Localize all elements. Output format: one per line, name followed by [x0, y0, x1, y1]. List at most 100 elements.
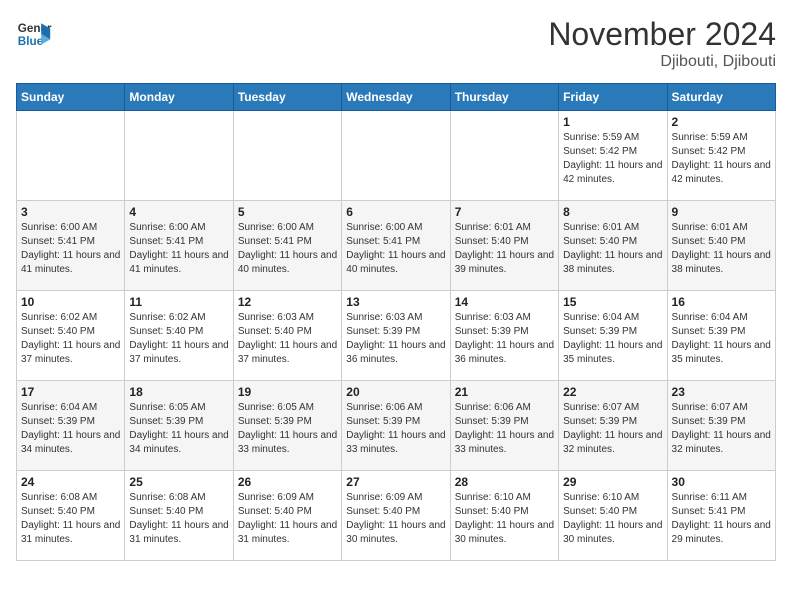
- week-row-1: 1 Sunrise: 5:59 AM Sunset: 5:42 PM Daylig…: [17, 111, 776, 201]
- day-number: 8: [563, 205, 662, 219]
- calendar-cell: 9 Sunrise: 6:01 AM Sunset: 5:40 PM Daylig…: [667, 201, 775, 291]
- week-row-2: 3Sunrise: 6:00 AM Sunset: 5:41 PM Daylig…: [17, 201, 776, 291]
- day-number: 21: [455, 385, 554, 399]
- day-number: 15: [563, 295, 662, 309]
- calendar-cell: 21 Sunrise: 6:06 AM Sunset: 5:39 PM Dayli…: [450, 381, 558, 471]
- calendar-cell: 10Sunrise: 6:02 AM Sunset: 5:40 PM Dayli…: [17, 291, 125, 381]
- title-block: November 2024 Djibouti, Djibouti: [548, 16, 776, 71]
- calendar-cell: 1 Sunrise: 5:59 AM Sunset: 5:42 PM Daylig…: [559, 111, 667, 201]
- calendar-cell: 16Sunrise: 6:04 AM Sunset: 5:39 PM Dayli…: [667, 291, 775, 381]
- day-number: 2: [672, 115, 771, 129]
- day-info: Sunrise: 6:02 AM Sunset: 5:40 PM Dayligh…: [129, 311, 228, 367]
- calendar-cell: 18Sunrise: 6:05 AM Sunset: 5:39 PM Dayli…: [125, 381, 233, 471]
- calendar-cell: [17, 111, 125, 201]
- day-info: Sunrise: 6:03 AM Sunset: 5:39 PM Dayligh…: [346, 311, 445, 367]
- day-number: 12: [238, 295, 337, 309]
- day-info: Sunrise: 6:00 AM Sunset: 5:41 PM Dayligh…: [238, 221, 337, 277]
- calendar-cell: 13 Sunrise: 6:03 AM Sunset: 5:39 PM Dayli…: [342, 291, 450, 381]
- day-info: Sunrise: 6:03 AM Sunset: 5:40 PM Dayligh…: [238, 311, 337, 367]
- day-info: Sunrise: 6:00 AM Sunset: 5:41 PM Dayligh…: [21, 221, 120, 277]
- calendar-cell: 25 Sunrise: 6:08 AM Sunset: 5:40 PM Dayli…: [125, 471, 233, 561]
- calendar-cell: 7Sunrise: 6:01 AM Sunset: 5:40 PM Daylig…: [450, 201, 558, 291]
- calendar-cell: [125, 111, 233, 201]
- logo-icon: General Blue: [16, 16, 52, 52]
- day-info: Sunrise: 6:08 AM Sunset: 5:40 PM Dayligh…: [129, 491, 228, 547]
- day-number: 14: [455, 295, 554, 309]
- day-number: 24: [21, 475, 120, 489]
- day-info: Sunrise: 6:07 AM Sunset: 5:39 PM Dayligh…: [672, 401, 771, 457]
- day-number: 30: [672, 475, 771, 489]
- calendar-cell: 27Sunrise: 6:09 AM Sunset: 5:40 PM Dayli…: [342, 471, 450, 561]
- day-info: Sunrise: 6:09 AM Sunset: 5:40 PM Dayligh…: [346, 491, 445, 547]
- calendar-cell: 23Sunrise: 6:07 AM Sunset: 5:39 PM Dayli…: [667, 381, 775, 471]
- day-info: Sunrise: 6:10 AM Sunset: 5:40 PM Dayligh…: [563, 491, 662, 547]
- weekday-header-thursday: Thursday: [450, 84, 558, 111]
- calendar-cell: 6 Sunrise: 6:00 AM Sunset: 5:41 PM Daylig…: [342, 201, 450, 291]
- day-info: Sunrise: 6:08 AM Sunset: 5:40 PM Dayligh…: [21, 491, 120, 547]
- day-number: 9: [672, 205, 771, 219]
- day-number: 1: [563, 115, 662, 129]
- day-number: 18: [129, 385, 228, 399]
- calendar-cell: 14 Sunrise: 6:03 AM Sunset: 5:39 PM Dayli…: [450, 291, 558, 381]
- calendar-cell: 26 Sunrise: 6:09 AM Sunset: 5:40 PM Dayli…: [233, 471, 341, 561]
- day-number: 28: [455, 475, 554, 489]
- calendar-cell: 24 Sunrise: 6:08 AM Sunset: 5:40 PM Dayli…: [17, 471, 125, 561]
- calendar-cell: [450, 111, 558, 201]
- day-info: Sunrise: 6:01 AM Sunset: 5:40 PM Dayligh…: [455, 221, 554, 277]
- svg-text:Blue: Blue: [18, 35, 44, 48]
- calendar-cell: 4Sunrise: 6:00 AM Sunset: 5:41 PM Daylig…: [125, 201, 233, 291]
- location-subtitle: Djibouti, Djibouti: [548, 53, 776, 71]
- day-number: 17: [21, 385, 120, 399]
- weekday-header-monday: Monday: [125, 84, 233, 111]
- calendar-cell: 3Sunrise: 6:00 AM Sunset: 5:41 PM Daylig…: [17, 201, 125, 291]
- day-info: Sunrise: 6:07 AM Sunset: 5:39 PM Dayligh…: [563, 401, 662, 457]
- week-row-3: 10 Sunrise: 6:02 AM Sunset: 5:40 PM Dayli…: [17, 291, 776, 381]
- day-info: Sunrise: 5:59 AM Sunset: 5:42 PM Dayligh…: [563, 131, 662, 187]
- day-info: Sunrise: 6:03 AM Sunset: 5:39 PM Dayligh…: [455, 311, 554, 367]
- day-number: 20: [346, 385, 445, 399]
- calendar-cell: 22 Sunrise: 6:07 AM Sunset: 5:39 PM Dayli…: [559, 381, 667, 471]
- day-info: Sunrise: 6:11 AM Sunset: 5:41 PM Dayligh…: [672, 491, 771, 547]
- calendar-cell: 20 Sunrise: 6:06 AM Sunset: 5:39 PM Dayli…: [342, 381, 450, 471]
- logo: General Blue: [16, 16, 56, 52]
- day-number: 10: [21, 295, 120, 309]
- day-number: 5: [238, 205, 337, 219]
- day-info: Sunrise: 6:00 AM Sunset: 5:41 PM Dayligh…: [346, 221, 445, 277]
- weekday-header-wednesday: Wednesday: [342, 84, 450, 111]
- day-number: 19: [238, 385, 337, 399]
- page-header: General Blue November 2024 Djibouti, Dji…: [16, 16, 776, 71]
- day-info: Sunrise: 6:06 AM Sunset: 5:39 PM Dayligh…: [455, 401, 554, 457]
- calendar-cell: 30 Sunrise: 6:11 AM Sunset: 5:41 PM Dayli…: [667, 471, 775, 561]
- day-info: Sunrise: 6:01 AM Sunset: 5:40 PM Dayligh…: [563, 221, 662, 277]
- day-info: Sunrise: 6:01 AM Sunset: 5:40 PM Dayligh…: [672, 221, 771, 277]
- calendar-cell: 12 Sunrise: 6:03 AM Sunset: 5:40 PM Dayli…: [233, 291, 341, 381]
- day-number: 25: [129, 475, 228, 489]
- day-number: 13: [346, 295, 445, 309]
- day-info: Sunrise: 5:59 AM Sunset: 5:42 PM Dayligh…: [672, 131, 771, 187]
- weekday-header-row: SundayMondayTuesdayWednesdayThursdayFrid…: [17, 84, 776, 111]
- weekday-header-sunday: Sunday: [17, 84, 125, 111]
- day-number: 22: [563, 385, 662, 399]
- calendar-cell: 5 Sunrise: 6:00 AM Sunset: 5:41 PM Daylig…: [233, 201, 341, 291]
- weekday-header-saturday: Saturday: [667, 84, 775, 111]
- day-number: 26: [238, 475, 337, 489]
- calendar-cell: 17 Sunrise: 6:04 AM Sunset: 5:39 PM Dayli…: [17, 381, 125, 471]
- day-number: 4: [129, 205, 228, 219]
- day-number: 6: [346, 205, 445, 219]
- day-info: Sunrise: 6:04 AM Sunset: 5:39 PM Dayligh…: [563, 311, 662, 367]
- day-info: Sunrise: 6:04 AM Sunset: 5:39 PM Dayligh…: [672, 311, 771, 367]
- week-row-5: 24 Sunrise: 6:08 AM Sunset: 5:40 PM Dayli…: [17, 471, 776, 561]
- day-info: Sunrise: 6:09 AM Sunset: 5:40 PM Dayligh…: [238, 491, 337, 547]
- day-info: Sunrise: 6:04 AM Sunset: 5:39 PM Dayligh…: [21, 401, 120, 457]
- day-number: 11: [129, 295, 228, 309]
- calendar-cell: 11 Sunrise: 6:02 AM Sunset: 5:40 PM Dayli…: [125, 291, 233, 381]
- day-info: Sunrise: 6:05 AM Sunset: 5:39 PM Dayligh…: [238, 401, 337, 457]
- calendar-table: SundayMondayTuesdayWednesdayThursdayFrid…: [16, 83, 776, 561]
- calendar-cell: [233, 111, 341, 201]
- calendar-header: SundayMondayTuesdayWednesdayThursdayFrid…: [17, 84, 776, 111]
- day-info: Sunrise: 6:06 AM Sunset: 5:39 PM Dayligh…: [346, 401, 445, 457]
- weekday-header-friday: Friday: [559, 84, 667, 111]
- weekday-header-tuesday: Tuesday: [233, 84, 341, 111]
- calendar-cell: 28 Sunrise: 6:10 AM Sunset: 5:40 PM Dayli…: [450, 471, 558, 561]
- day-info: Sunrise: 6:10 AM Sunset: 5:40 PM Dayligh…: [455, 491, 554, 547]
